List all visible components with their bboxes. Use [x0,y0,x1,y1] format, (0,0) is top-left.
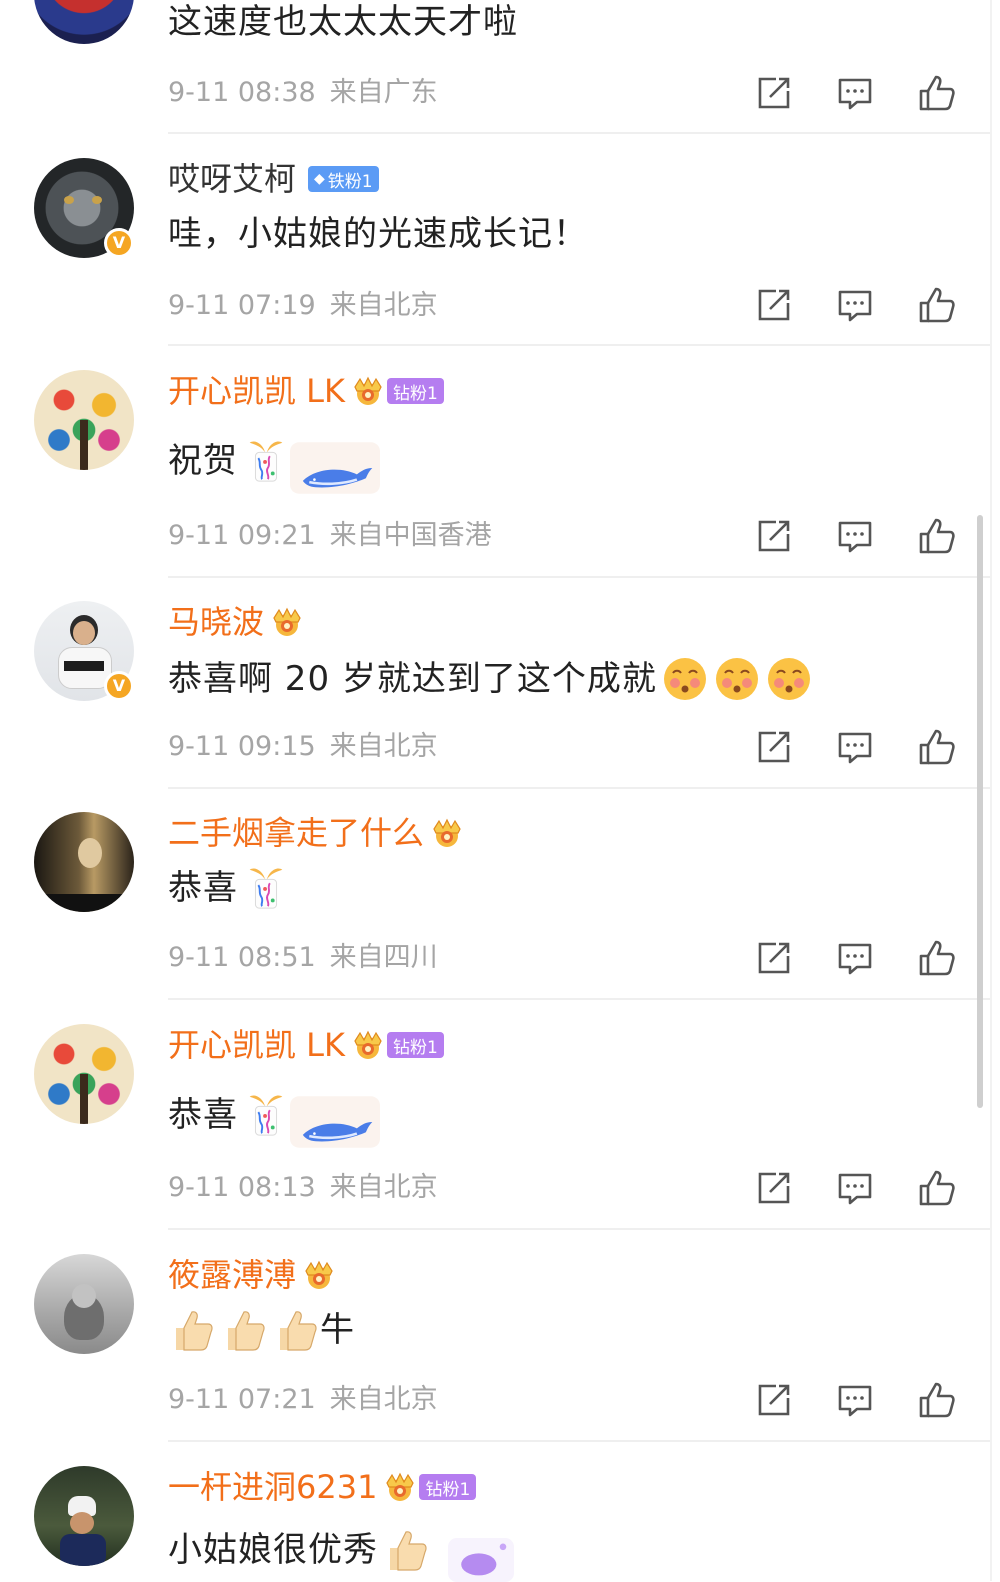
comment-location: 来自中国香港 [329,520,492,551]
crown-icon [302,1259,336,1291]
share-icon[interactable] [754,285,794,325]
avatar[interactable] [34,1254,134,1354]
crown-icon [351,375,385,407]
like-icon[interactable] [917,73,957,113]
comment-location: 来自广东 [329,77,438,108]
thumbs-up-emoji [272,1306,320,1354]
reply-icon[interactable] [835,516,875,556]
thumbs-up-emoji [220,1306,268,1354]
fan-badge: 钻粉1 [419,1474,477,1500]
fan-badge: 钻粉1 [387,378,444,404]
reply-icon[interactable] [835,285,875,325]
divider [168,344,992,346]
comment-date: 9-11 08:13 [168,1172,316,1203]
whale-sticker [290,436,380,500]
reply-icon[interactable] [835,73,875,113]
comment-text: 恭喜啊 20 岁就达到了这个成就 [168,659,657,699]
avatar[interactable] [34,1024,134,1124]
share-icon[interactable] [754,73,794,113]
comment-date: 9-11 09:15 [168,731,316,762]
comment-location: 来自北京 [329,731,438,762]
username[interactable]: 筱露溥溥 [168,1254,296,1296]
username[interactable]: 马晓波 [168,601,264,643]
share-icon[interactable] [754,516,794,556]
crown-icon [430,817,464,849]
username[interactable]: 一杆进洞6231 [168,1466,377,1508]
comment-date: 9-11 08:38 [168,77,316,108]
reply-icon[interactable] [835,727,875,767]
comment-location: 来自北京 [329,290,438,321]
comment-text: 牛 [320,1310,355,1350]
comment-location: 来自北京 [329,1172,438,1203]
divider [168,1440,992,1442]
comment-date: 9-11 08:51 [168,942,316,973]
comment-date: 9-11 07:19 [168,290,316,321]
avatar[interactable] [34,812,134,912]
comment-date: 9-11 07:21 [168,1384,316,1415]
divider [990,0,992,1581]
divider [168,1228,992,1230]
avatar[interactable]: V [34,601,134,701]
sticker [448,1538,514,1582]
diamond-icon: ◆ [314,171,325,187]
share-icon[interactable] [754,938,794,978]
thumbs-up-emoji [382,1526,430,1574]
avatar[interactable] [34,1466,134,1566]
like-icon[interactable] [917,938,957,978]
share-icon[interactable] [754,727,794,767]
comment-text: 小姑娘很优秀 [168,1530,378,1570]
blush-emoji [661,655,709,703]
avatar[interactable] [34,0,134,44]
username[interactable]: 开心凯凯 LK [168,1024,345,1066]
divider [168,132,992,134]
reply-icon[interactable] [835,1380,875,1420]
comment-text: 恭喜 [168,868,238,908]
username[interactable]: 哎呀艾柯 [168,158,296,200]
divider [168,787,992,789]
comment-text: 祝贺 [168,441,238,481]
like-icon[interactable] [917,727,957,767]
fan-badge: ◆ 铁粉1 [308,166,379,192]
like-icon[interactable] [917,1380,957,1420]
verified-icon: V [104,671,134,701]
like-icon[interactable] [917,285,957,325]
share-icon[interactable] [754,1380,794,1420]
whale-sticker [290,1090,380,1154]
comment-text: 这速度也太太太天才啦 [168,2,518,42]
username[interactable]: 二手烟拿走了什么 [168,812,424,854]
comment-date: 9-11 09:21 [168,520,316,551]
crown-icon [383,1471,417,1503]
divider [168,998,992,1000]
divider [168,576,992,578]
like-icon[interactable] [917,516,957,556]
like-icon[interactable] [917,1168,957,1208]
party-popper-emoji [242,1091,290,1139]
party-popper-emoji [242,864,290,912]
blush-emoji [765,655,813,703]
party-popper-emoji [242,437,290,485]
comment-text: 恭喜 [168,1095,238,1135]
blush-emoji [713,655,761,703]
comment-text: 哇，小姑娘的光速成长记！ [168,214,588,254]
reply-icon[interactable] [835,1168,875,1208]
crown-icon [351,1029,385,1061]
thumbs-up-emoji [168,1306,216,1354]
fan-badge: 钻粉1 [387,1032,444,1058]
avatar[interactable] [34,370,134,470]
comment-location: 来自四川 [329,942,438,973]
reply-icon[interactable] [835,938,875,978]
comment-location: 来自北京 [329,1384,438,1415]
username[interactable]: 开心凯凯 LK [168,370,345,412]
share-icon[interactable] [754,1168,794,1208]
avatar[interactable]: V [34,158,134,258]
verified-icon: V [104,228,134,258]
scrollbar[interactable] [977,515,983,1108]
crown-icon [270,606,304,638]
